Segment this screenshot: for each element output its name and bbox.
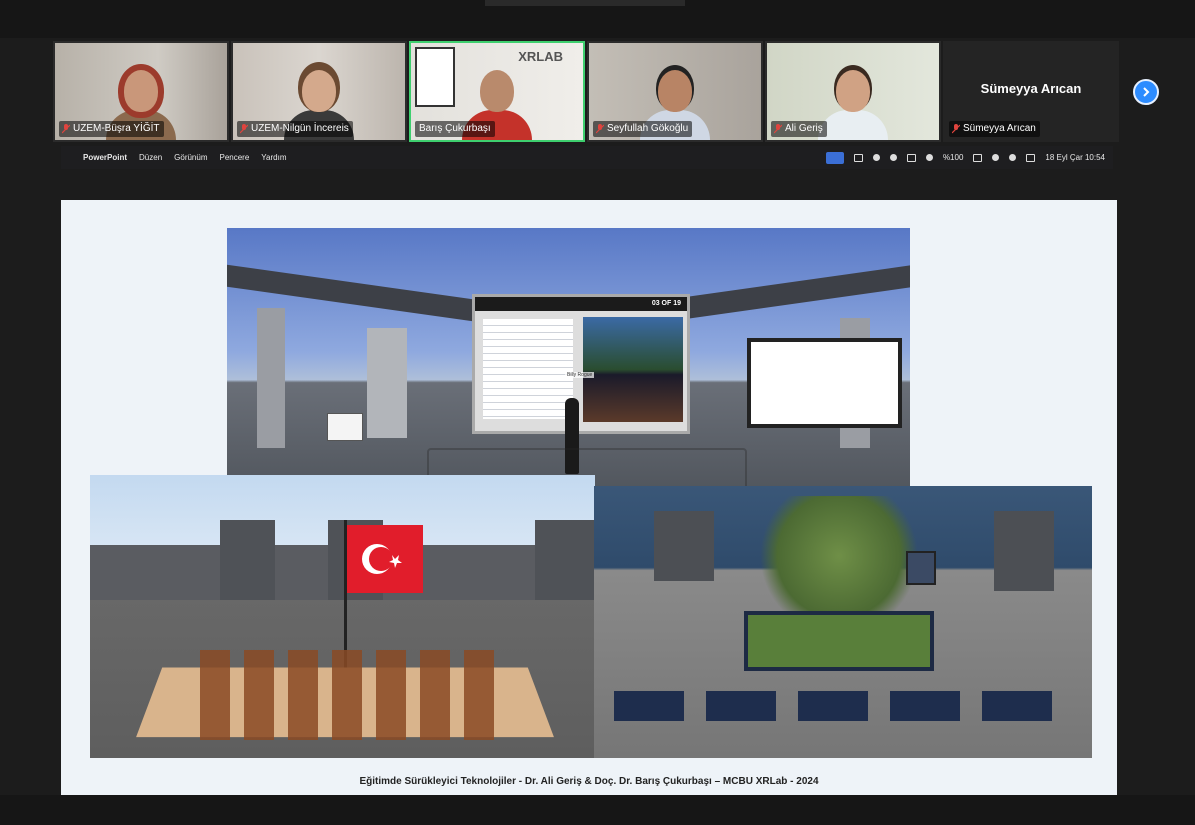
top-bar [0,0,1195,38]
mic-muted-icon [952,124,960,134]
participant-tile-active-speaker[interactable]: XRLAB Barış Çukurbaşı [409,41,585,142]
participant-tile-no-video[interactable]: Sümeyya Arıcan Sümeyya Arıcan [943,41,1119,142]
chevron-right-icon [1143,87,1150,97]
participant-video [818,62,888,140]
presentation-board: 03 OF 19 [472,294,690,434]
participant-name-label: Barış Çukurbaşı [415,121,495,137]
virtual-world-screenshot-garden [594,486,1092,758]
participant-name-label: UZEM-Nilgün İncereis [237,121,353,137]
person-head [302,70,336,112]
cloud-icon[interactable] [872,154,880,161]
top-bar-handle [485,0,685,6]
menu-item-gorunum[interactable]: Görünüm [174,153,207,162]
status-icon[interactable] [853,153,863,162]
participant-display-name: Sümeyya Arıcan [980,81,1082,96]
participant-tile[interactable]: UZEM-Büşra YİĞİT [53,41,229,142]
crescent-star-icon [362,544,402,574]
side-screen [747,338,902,428]
mic-muted-icon [596,124,604,134]
presentation-slide: 03 OF 19 Billy Rogue Eğitimde Sürükleyic… [61,200,1117,795]
building [654,511,714,581]
arch-right [660,265,910,323]
participant-name-label: UZEM-Büşra YİĞİT [59,121,164,137]
control-center-icon[interactable] [1026,153,1036,162]
pillar [367,328,407,438]
mic-muted-icon [240,124,248,134]
participant-tile[interactable]: Ali Geriş [765,41,941,142]
bottom-bar [0,795,1195,825]
slide-caption: Eğitimde Sürükleyici Teknolojiler - Dr. … [359,776,819,787]
board-header: 03 OF 19 [475,297,687,311]
screen-share-icon[interactable] [825,151,844,164]
board-photo [583,317,683,422]
person-head [480,70,514,112]
participant-name-label: Seyfullah Gökoğlu [593,121,693,137]
battery-icon[interactable] [973,153,983,162]
tower [535,520,595,600]
xrlab-poster [415,47,455,107]
moon-icon[interactable] [925,154,933,161]
avatar-name-tag: Billy Rogue [565,372,595,378]
mic-muted-icon [774,124,782,134]
next-page-button[interactable] [1133,79,1159,105]
tower [220,520,275,600]
participant-tile[interactable]: UZEM-Nilgün İncereis [231,41,407,142]
board-slide-counter: 03 OF 19 [651,300,681,307]
building [994,511,1054,591]
menu-item-duzen[interactable]: Düzen [139,153,162,162]
bluetooth-icon[interactable] [889,154,897,161]
participant-tile[interactable]: Seyfullah Gökoğlu [587,41,763,142]
menu-item-yardim[interactable]: Yardım [261,153,286,162]
benches [614,691,1074,721]
window-icon[interactable] [906,153,916,162]
person-head [124,70,158,112]
info-sign [906,551,936,585]
garden-bed [744,611,934,671]
search-icon[interactable] [1009,154,1017,161]
menubar-clock[interactable]: 18 Eyl Çar 10:54 [1045,153,1105,162]
mic-muted-icon [62,124,70,134]
menu-app-name[interactable]: PowerPoint [83,153,127,162]
person-body [818,110,888,140]
board-text-column [483,319,573,419]
person-head [836,70,870,112]
mac-menubar: PowerPoint Düzen Görünüm Pencere Yardım … [61,146,1113,169]
chair-rows [200,650,500,740]
menu-item-pencere[interactable]: Pencere [220,153,250,162]
flag [347,525,423,593]
menubar-status-area: %100 18 Eyl Çar 10:54 [825,146,1105,169]
battery-percent: %100 [942,153,964,162]
wifi-icon[interactable] [992,154,1000,161]
participant-name-label: Ali Geriş [771,121,827,137]
virtual-world-screenshot-amphitheater [90,475,595,758]
video-meeting-window: UZEM-Büşra YİĞİT UZEM-Nilgün İncereis XR… [0,0,1195,825]
person-head [658,70,692,112]
participant-gallery: UZEM-Büşra YİĞİT UZEM-Nilgün İncereis XR… [53,41,1123,142]
virtual-world-screenshot-stage: 03 OF 19 Billy Rogue [227,228,910,504]
participant-name-label: Sümeyya Arıcan [949,121,1040,137]
pillar [257,308,285,448]
easel-sign [327,413,363,441]
